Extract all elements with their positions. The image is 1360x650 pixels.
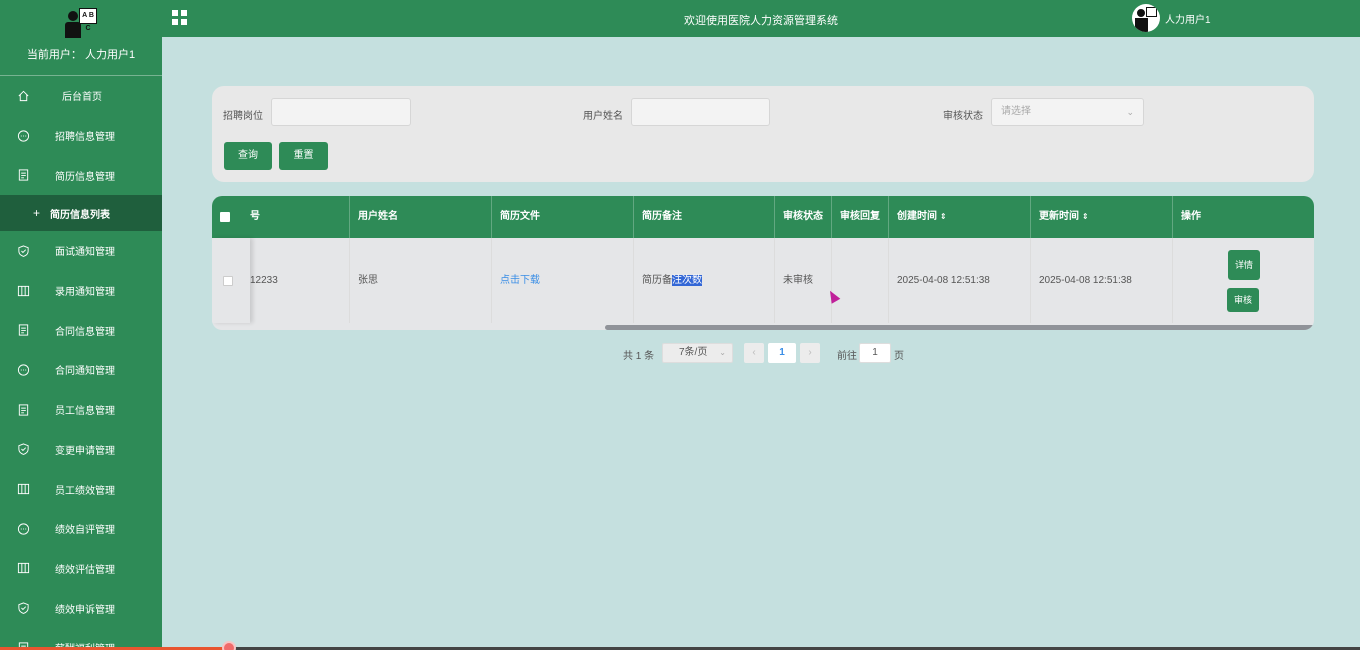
query-button[interactable]: 查询: [224, 142, 272, 170]
sidebar-item-label: 简历信息管理: [55, 171, 115, 183]
sidebar-item-resume[interactable]: 简历信息管理: [0, 155, 162, 195]
username-input[interactable]: [631, 98, 770, 126]
status-placeholder: 请选择: [1001, 106, 1031, 117]
cell-file: 点击下载: [492, 238, 634, 323]
columns-icon: [17, 285, 30, 296]
position-input[interactable]: [271, 98, 411, 126]
shield-check-icon: [18, 245, 29, 257]
goto-page-input[interactable]: 1: [859, 343, 891, 363]
chat-bubble-icon: [17, 523, 30, 535]
sidebar-subitem-label: 简历信息列表: [50, 209, 110, 221]
page-number-current[interactable]: 1: [768, 343, 796, 363]
user-menu[interactable]: 人力用户1: [1132, 4, 1211, 32]
sidebar-item-employee[interactable]: 员工信息管理: [0, 390, 162, 430]
sidebar-item-appeal[interactable]: 绩效申诉管理: [0, 588, 162, 628]
status-label: 审核状态: [943, 111, 983, 122]
cell-number: 12233: [242, 238, 350, 323]
cell-reply: [832, 238, 889, 323]
sort-icon[interactable]: ⇕: [1082, 212, 1089, 221]
position-label: 招聘岗位: [223, 111, 263, 122]
fixed-checkbox-column: [212, 238, 250, 323]
select-all-checkbox[interactable]: [220, 212, 230, 222]
document-icon: [18, 169, 29, 181]
data-table: 号 用户姓名 简历文件 简历备注 审核状态 审核回复 创建时间 ⇕ 更新时间 ⇕ 操…: [212, 196, 1314, 330]
column-header-number: 号: [242, 196, 350, 238]
current-user-label: 当前用户： 人力用户1: [26, 49, 136, 61]
sidebar-item-change-request[interactable]: 变更申请管理: [0, 430, 162, 470]
prev-page-button[interactable]: ‹: [744, 343, 764, 363]
sidebar-item-label: 后台首页: [62, 92, 102, 104]
sidebar-item-label: 员工绩效管理: [55, 485, 115, 497]
sidebar-item-self-eval[interactable]: 绩效自评管理: [0, 509, 162, 549]
sidebar-item-label: 员工信息管理: [55, 406, 115, 418]
detail-button[interactable]: 详情: [1228, 250, 1260, 280]
column-header-reply: 审核回复: [832, 196, 889, 238]
page-size-select[interactable]: 7条/页 ⌄: [662, 343, 733, 363]
reset-button[interactable]: 重置: [279, 142, 328, 170]
record-icon: [222, 641, 236, 650]
home-icon: [18, 90, 29, 101]
chat-bubble-icon: [17, 129, 30, 142]
chevron-down-icon: ⌄: [1126, 107, 1134, 117]
status-select[interactable]: 请选择 ⌄: [991, 98, 1144, 126]
column-header-status: 审核状态: [775, 196, 832, 238]
sidebar-item-evaluation[interactable]: 绩效评估管理: [0, 549, 162, 589]
column-header-username: 用户姓名: [350, 196, 492, 238]
sidebar-item-label: 招聘信息管理: [55, 132, 115, 144]
document-icon: [18, 324, 29, 336]
shield-check-icon: [18, 602, 29, 614]
column-header-actions: 操作: [1181, 211, 1201, 222]
user-name: 人力用户1: [1165, 14, 1211, 26]
horizontal-scrollbar[interactable]: [605, 325, 1314, 330]
teacher-logo-icon: A B C: [62, 6, 100, 40]
chat-bubble-icon: [17, 364, 30, 376]
column-header-updated[interactable]: 更新时间 ⇕: [1031, 196, 1173, 238]
sidebar-item-label: 绩效评估管理: [55, 564, 115, 576]
columns-icon: [17, 483, 30, 495]
column-header-remark: 简历备注: [634, 196, 775, 238]
sidebar-item-label: 绩效申诉管理: [55, 604, 115, 616]
sidebar: A B C 当前用户： 人力用户1 后台首页 招聘信息管理 简历信息管理 + 简…: [0, 0, 162, 650]
cell-remark: 简历备注次数: [634, 238, 775, 323]
total-count: 共 1 条: [623, 351, 655, 362]
shield-check-icon: [18, 443, 29, 456]
sidebar-item-offer[interactable]: 录用通知管理: [0, 271, 162, 311]
sidebar-item-performance[interactable]: 员工绩效管理: [0, 469, 162, 509]
sidebar-item-label: 绩效自评管理: [55, 525, 115, 537]
sidebar-subitem-resume-list[interactable]: + 简历信息列表: [0, 195, 162, 232]
avatar: [1132, 4, 1160, 32]
username-label: 用户姓名: [583, 111, 623, 122]
download-link[interactable]: 点击下载: [500, 275, 540, 286]
pagination: 共 1 条 7条/页 ⌄ ‹ 1 › 前往 1 页: [0, 343, 1360, 363]
goto-unit-label: 页: [894, 351, 904, 362]
sidebar-item-label: 合同通知管理: [55, 366, 115, 378]
table-header: 号 用户姓名 简历文件 简历备注 审核状态 审核回复 创建时间 ⇕ 更新时间 ⇕ 操…: [212, 196, 1314, 238]
next-page-button[interactable]: ›: [800, 343, 820, 363]
cell-updated: 2025-04-08 12:51:38: [1031, 238, 1173, 323]
sidebar-item-recruitment[interactable]: 招聘信息管理: [0, 116, 162, 156]
sidebar-item-label: 面试通知管理: [55, 247, 115, 259]
sidebar-header: A B C 当前用户： 人力用户1: [0, 6, 162, 76]
cell-status: 未审核: [775, 238, 832, 323]
sort-icon[interactable]: ⇕: [940, 212, 947, 221]
review-button[interactable]: 审核: [1227, 288, 1259, 312]
column-header-created[interactable]: 创建时间 ⇕: [889, 196, 1031, 238]
column-header-file: 简历文件: [492, 196, 634, 238]
chevron-down-icon: ⌄: [719, 348, 726, 357]
row-checkbox[interactable]: [223, 276, 233, 286]
sidebar-item-label: 录用通知管理: [55, 287, 115, 299]
search-panel: 招聘岗位 用户姓名 审核状态 请选择 ⌄ 查询 重置: [212, 86, 1314, 182]
cell-created: 2025-04-08 12:51:38: [889, 238, 1031, 323]
columns-icon: [17, 563, 30, 574]
selected-text: 注次数: [672, 275, 702, 286]
sidebar-item-home[interactable]: 后台首页: [0, 76, 162, 116]
top-bar: 欢迎使用医院人力资源管理系统 人力用户1: [162, 0, 1360, 37]
cell-username: 张思: [350, 238, 492, 323]
sidebar-item-label: 合同信息管理: [55, 326, 115, 338]
goto-label: 前往: [837, 351, 857, 362]
plus-icon: +: [33, 206, 41, 221]
sidebar-item-interview[interactable]: 面试通知管理: [0, 231, 162, 271]
sidebar-item-label: 变更申请管理: [55, 445, 115, 457]
document-icon: [18, 404, 29, 416]
